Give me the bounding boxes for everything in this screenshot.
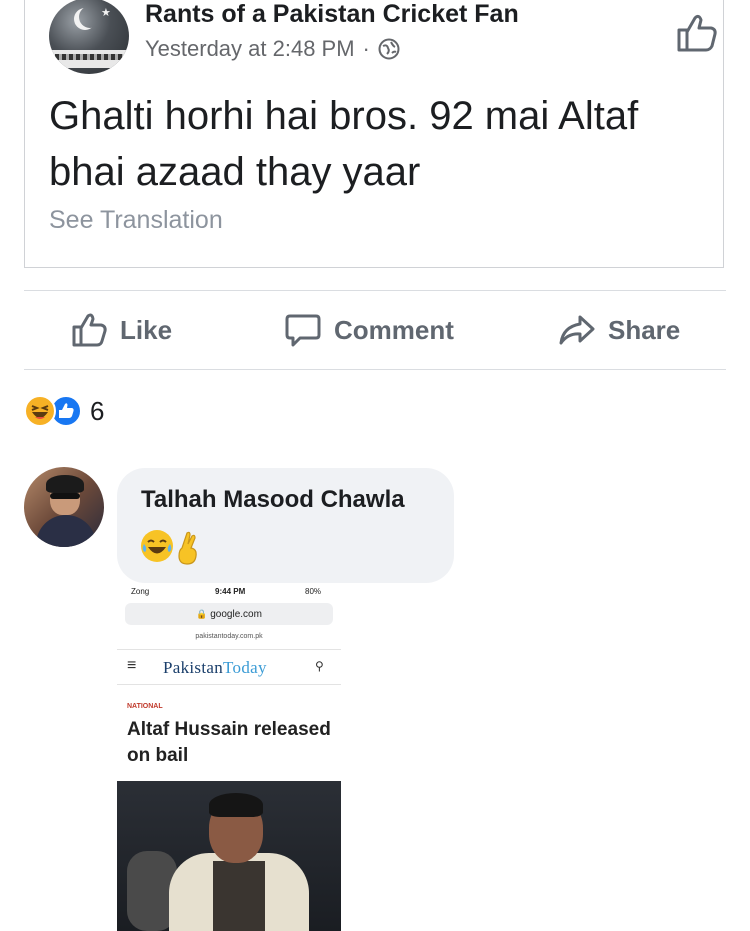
brand-part-2: Today xyxy=(223,658,267,677)
comment-icon xyxy=(285,314,321,347)
like-thumb-icon[interactable] xyxy=(673,10,721,54)
haha-reaction-icon xyxy=(24,395,56,427)
comment-button[interactable]: Comment xyxy=(284,291,454,369)
action-bar: Like Comment Share xyxy=(24,291,726,369)
tears-of-joy-emoji-icon xyxy=(141,530,173,562)
article-photo xyxy=(117,781,341,931)
divider xyxy=(24,369,726,370)
share-icon xyxy=(559,315,595,345)
article-category: NATIONAL xyxy=(127,703,163,710)
post-text: Ghalti horhi hai bros. 92 mai Altaf bhai… xyxy=(49,94,639,194)
page-avatar[interactable]: ★ xyxy=(49,0,129,74)
page-name[interactable]: Rants of a Pakistan Cricket Fan xyxy=(145,0,519,29)
site-logo: PakistanToday xyxy=(163,658,267,678)
address-bar: 🔒 google.com xyxy=(125,603,333,625)
comment-bubble: Talhah Masood Chawla xyxy=(117,468,454,583)
meta-separator: · xyxy=(362,36,370,61)
menu-icon: ≡ xyxy=(127,657,137,674)
like-label: Like xyxy=(120,314,173,345)
reaction-count: 6 xyxy=(90,395,105,426)
address-text: google.com xyxy=(210,608,262,620)
carrier-text: Zong xyxy=(131,587,150,596)
site-header: ≡ PakistanToday ⚲ xyxy=(117,649,341,685)
battery-text: 80% xyxy=(305,587,322,596)
phone-status-bar: Zong 9:44 PM 80% xyxy=(117,585,341,601)
like-icon xyxy=(72,313,107,347)
post-meta: Yesterday at 2:48 PM · xyxy=(145,36,400,62)
comment-label: Comment xyxy=(334,314,454,345)
article-headline: Altaf Hussain released on bail xyxy=(127,719,331,766)
commenter-name[interactable]: Talhah Masood Chawla xyxy=(141,486,405,514)
comment-image-attachment[interactable]: Zong 9:44 PM 80% 🔒 google.com pakistanto… xyxy=(117,585,341,931)
globe-icon xyxy=(378,38,400,60)
post-timestamp[interactable]: Yesterday at 2:48 PM xyxy=(145,36,355,62)
share-label: Share xyxy=(608,314,681,345)
comment-text xyxy=(141,530,201,566)
site-search-icon: ⚲ xyxy=(315,659,324,673)
see-translation-link[interactable]: See Translation xyxy=(49,206,223,235)
brand-part-1: Pakistan xyxy=(163,658,224,677)
like-button[interactable]: Like xyxy=(70,291,172,369)
reactions-summary[interactable]: 6 xyxy=(24,394,104,428)
status-time: 9:44 PM xyxy=(215,587,246,596)
commenter-avatar[interactable] xyxy=(24,467,104,547)
site-url: pakistantoday.com.pk xyxy=(195,633,263,640)
post-card: ★ Rants of a Pakistan Cricket Fan Yester… xyxy=(24,0,724,268)
lock-icon: 🔒 xyxy=(196,608,208,619)
share-button[interactable]: Share xyxy=(558,291,680,369)
crossed-fingers-emoji-icon xyxy=(175,530,201,566)
